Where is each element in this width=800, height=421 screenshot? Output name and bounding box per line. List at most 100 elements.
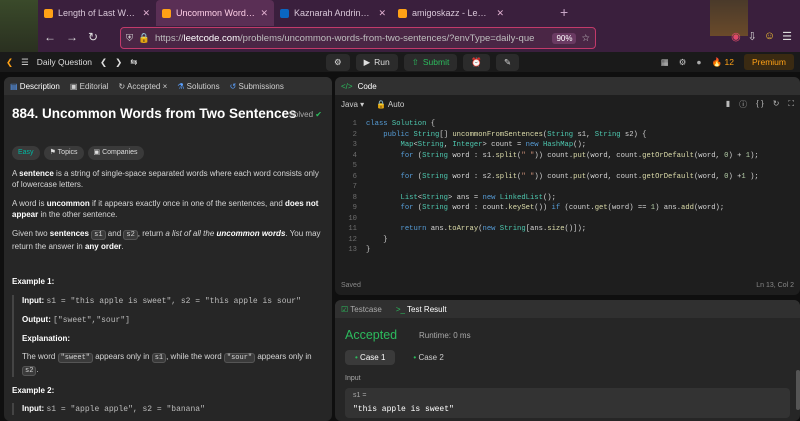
fullscreen-icon[interactable]: ⛶ xyxy=(788,99,794,110)
problem-title[interactable]: 884. Uncommon Words from Two Sentences xyxy=(12,105,324,124)
new-tab-icon[interactable]: + xyxy=(560,4,568,20)
browser-tab[interactable]: Uncommon Words from Two Sentences ✕ xyxy=(156,0,274,26)
fire-icon: 🔥 xyxy=(711,56,723,67)
line-number: 5 xyxy=(352,162,357,170)
info-icon[interactable]: ⓘ xyxy=(739,99,747,110)
result-status: Accepted xyxy=(345,328,398,342)
tab-test-result[interactable]: >_ Test Result xyxy=(396,305,447,314)
check-circle-icon: ✔ xyxy=(315,110,322,119)
leetcode-logo-icon[interactable]: ❮ xyxy=(6,57,13,68)
code-editor[interactable]: 1 class Solution {2 public String[] uncom… xyxy=(335,115,800,265)
timer-icon[interactable]: ⏰ xyxy=(463,53,490,71)
reset-icon[interactable]: ↻ xyxy=(773,99,780,110)
layout-icon[interactable]: ▦ xyxy=(661,57,669,68)
bookmark-icon[interactable]: ▮ xyxy=(726,99,730,110)
editor-status-bar: Saved Ln 13, Col 2 xyxy=(341,282,794,289)
companies-tag[interactable]: ▣ Companies xyxy=(87,145,144,160)
notes-icon[interactable]: ✎ xyxy=(495,53,520,71)
line-number: 12 xyxy=(348,235,357,244)
line-number: 3 xyxy=(352,141,357,149)
prev-problem-icon[interactable]: ❮ xyxy=(100,57,107,68)
browser-tab[interactable]: Kaznarah Andrinarivo | LinkedIn ✕ xyxy=(274,0,392,26)
tab-testcase[interactable]: ☑ Testcase xyxy=(341,305,382,314)
difficulty-tag: Easy xyxy=(12,145,40,160)
browser-tab[interactable]: amigoskazz - LeetCode Profile ✕ xyxy=(392,0,510,26)
forward-icon[interactable]: → xyxy=(66,30,78,44)
input-box: s1 = "this apple is sweet" xyxy=(345,388,790,418)
debug-icon[interactable]: ⚙ xyxy=(326,53,350,71)
zoom-badge[interactable]: 90% xyxy=(552,32,577,44)
tab-solutions[interactable]: ⚗ Solutions xyxy=(177,82,219,91)
description-icon: ▤ xyxy=(10,81,18,91)
saved-status: Saved xyxy=(341,282,361,289)
close-tab-icon[interactable]: ✕ xyxy=(142,8,150,19)
submit-button[interactable]: ⇧ Submit xyxy=(403,53,458,71)
upload-icon: ⇧ xyxy=(411,56,419,67)
lock-icon: 🔒 xyxy=(376,99,387,109)
pocket-icon[interactable]: ◉ xyxy=(731,30,741,43)
input-value: "this apple is sweet" xyxy=(353,405,454,414)
topics-tag[interactable]: ⚑ Topics xyxy=(43,145,84,160)
line-number: 13 xyxy=(348,246,357,254)
menu-icon[interactable]: ☰ xyxy=(782,30,792,43)
description-panel: ▤ Description ▣ Editorial ↻ Accepted × ⚗… xyxy=(4,77,332,421)
download-icon[interactable]: ⇩ xyxy=(748,30,757,43)
line-number: 6 xyxy=(352,172,357,181)
code-line[interactable]: for (String word : count.keySet()) if (c… xyxy=(366,203,725,214)
building-icon: ▣ xyxy=(93,148,101,156)
emoji-icon[interactable]: ☺ xyxy=(764,30,775,43)
extensions-toolbar: ◉ ⇩ ☺ ☰ xyxy=(731,30,792,43)
format-icon[interactable]: { } xyxy=(756,99,764,110)
problem-list-icon[interactable]: ☰ xyxy=(21,57,29,68)
tab-submissions[interactable]: ↺ Submissions xyxy=(230,82,284,91)
scrollbar[interactable] xyxy=(796,370,800,410)
back-icon[interactable]: ← xyxy=(44,30,56,44)
case-tabs: • Case 1 • Case 2 xyxy=(345,350,454,365)
case-2-tab[interactable]: • Case 2 xyxy=(403,350,453,365)
runtime-text: Runtime: 0 ms xyxy=(419,331,471,340)
problem-tags: Easy ⚑ Topics ▣ Companies xyxy=(12,145,324,160)
tab-description[interactable]: ▤ Description xyxy=(10,82,60,91)
bookmark-star-icon[interactable]: ☆ xyxy=(581,33,590,44)
tab-editorial[interactable]: ▣ Editorial xyxy=(70,82,109,91)
close-tab-icon[interactable]: ✕ xyxy=(378,8,386,19)
browser-tab[interactable]: Length of Last Word - LeetCode ✕ xyxy=(38,0,156,26)
run-button[interactable]: ▶ Run xyxy=(355,53,398,71)
check-box-icon: ☑ xyxy=(341,304,349,314)
profile-avatar[interactable]: ● xyxy=(696,57,701,67)
line-number: 7 xyxy=(352,183,357,191)
favicon-icon xyxy=(398,8,407,18)
example-2: Input: s1 = "apple apple", s2 = "banana" xyxy=(12,402,324,416)
code-line[interactable]: class Solution { xyxy=(366,119,435,130)
code-line[interactable]: List<String> ans = new LinkedList(); xyxy=(366,193,556,204)
streak-counter[interactable]: 🔥 12 xyxy=(712,57,734,68)
auto-save-toggle[interactable]: 🔒 Auto xyxy=(376,100,404,109)
premium-button[interactable]: Premium xyxy=(743,54,794,70)
next-problem-icon[interactable]: ❯ xyxy=(115,57,122,68)
language-select[interactable]: Java ▾ xyxy=(341,100,364,109)
code-line[interactable]: public String[] uncommonFromSentences(St… xyxy=(366,130,646,141)
shield-icon[interactable]: ⛨ xyxy=(126,33,133,44)
close-tab-icon[interactable]: ✕ xyxy=(260,8,268,19)
close-tab-icon[interactable]: ✕ xyxy=(496,8,504,19)
code-panel: </> Code Java ▾ 🔒 Auto ▮ ⓘ { } ↻ ⛶ 1 class… xyxy=(335,77,800,295)
daily-question-link[interactable]: Daily Question xyxy=(37,57,92,67)
code-line[interactable]: for (String word : s2.split(" ")) count.… xyxy=(366,172,759,183)
browser-chrome: Length of Last Word - LeetCode✕Uncommon … xyxy=(0,0,800,52)
settings-gear-icon[interactable]: ⚙ xyxy=(679,57,687,68)
shuffle-icon[interactable]: ⇆ xyxy=(130,57,137,68)
tab-accepted[interactable]: ↻ Accepted × xyxy=(119,82,168,91)
code-line[interactable]: return ans.toArray(new String[ans.size()… xyxy=(366,224,587,235)
code-line[interactable]: Map<String, Integer> count = new HashMap… xyxy=(366,140,587,151)
book-icon: ▣ xyxy=(69,81,78,91)
address-bar[interactable]: ⛨ 🔒 https://leetcode.com/problems/uncomm… xyxy=(120,27,596,49)
reload-icon[interactable]: ↻ xyxy=(88,30,98,44)
accepted-icon: ↻ xyxy=(118,81,126,91)
code-line[interactable]: } xyxy=(366,245,370,256)
case-1-tab[interactable]: • Case 1 xyxy=(345,350,396,365)
tab-strip: Length of Last Word - LeetCode✕Uncommon … xyxy=(38,0,510,26)
code-line[interactable]: for (String word : s1.split(" ")) count.… xyxy=(366,151,759,162)
url-text[interactable]: https://leetcode.com/problems/uncommon-w… xyxy=(155,33,547,44)
lock-icon[interactable]: 🔒 xyxy=(138,33,150,44)
code-line[interactable]: } xyxy=(366,235,387,246)
